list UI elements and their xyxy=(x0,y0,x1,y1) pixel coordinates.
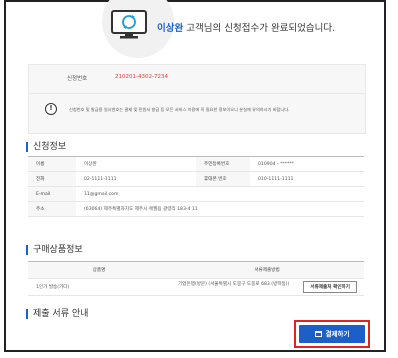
notice-text: 신청번호 및 발급용 일시번호는 결제 및 민원서 발급 등 모든 서비스 이용… xyxy=(69,107,290,112)
rrn-value: 010904 - ****** xyxy=(250,156,364,172)
name-label: 이름 xyxy=(28,156,76,172)
name-value: 이상완 xyxy=(76,156,196,172)
table-row: 주소 (63064) 제주특별자치도 제주시 애월읍 광령리 183-4 11 xyxy=(28,201,364,217)
application-number-value: 210201-4302-7234 xyxy=(115,74,168,80)
pay-button[interactable]: 결제하기 xyxy=(299,325,365,343)
application-number-row: 신청번호 210201-4302-7234 xyxy=(29,65,365,94)
email-label: E-mail xyxy=(28,186,76,202)
goods-section-title: 구매상품정보 xyxy=(26,245,83,255)
monitor-refresh-icon xyxy=(111,10,147,39)
check-submission-place-button[interactable]: 서류제출처 확인하기 xyxy=(303,281,357,293)
pay-button-highlight: 결제하기 xyxy=(294,320,370,348)
applicant-section-title: 신청정보 xyxy=(26,142,66,152)
email-value: 11@gmail.com xyxy=(76,186,364,202)
order-complete-panel: 이상완 고객님의 신청접수가 완료되었습니다. 신청번호 210201-4302… xyxy=(4,0,386,352)
table-row: 1인가 발송(가다) 기업은행(방문) (서울특별시 도봉구 도봉로 683 (… xyxy=(28,278,364,296)
submission-method-text: 기업은행(방문) (서울특별시 도봉구 도봉로 683 (방학동)) xyxy=(178,282,290,287)
application-number-box: 신청번호 210201-4302-7234 ! 신청번호 및 발급용 일시번호는… xyxy=(28,64,366,134)
application-number-label: 신청번호 xyxy=(67,76,88,82)
completion-message: 이상완 고객님의 신청접수가 완료되었습니다. xyxy=(157,20,335,34)
header: 이상완 고객님의 신청접수가 완료되었습니다. xyxy=(6,0,384,58)
docs-section-title: 제출 서류 안내 xyxy=(26,309,88,319)
card-icon xyxy=(314,331,322,337)
col-product-name: 상품명 xyxy=(28,261,170,279)
col-submission-method: 서류제출방법 xyxy=(170,261,364,279)
address-label: 주소 xyxy=(28,201,76,217)
table-row: E-mail 11@gmail.com xyxy=(28,186,364,202)
table-row: 이름 이상완 주민등록번호 010904 - ****** xyxy=(28,156,364,172)
table-header-row: 상품명 서류제출방법 xyxy=(28,261,364,279)
address-value: (63064) 제주특별자치도 제주시 애월읍 광령리 183-4 11 xyxy=(76,201,364,217)
phone-label: 전화 xyxy=(28,171,76,187)
exclamation-icon: ! xyxy=(45,103,57,115)
rrn-label: 주민등록번호 xyxy=(196,156,250,172)
mobile-label: 휴대폰 번호 xyxy=(196,171,250,187)
customer-name: 이상완 xyxy=(157,23,184,34)
goods-table: 상품명 서류제출방법 1인가 발송(가다) 기업은행(방문) (서울특별시 도봉… xyxy=(28,261,364,296)
completion-text: 고객님의 신청접수가 완료되었습니다. xyxy=(183,23,336,34)
product-name-cell: 1인가 발송(가다) xyxy=(28,278,170,296)
table-row: 전화 02-1111-1111 휴대폰 번호 010-1111-1111 xyxy=(28,171,364,187)
mobile-value: 010-1111-1111 xyxy=(250,171,364,187)
phone-value: 02-1111-1111 xyxy=(76,171,196,187)
submission-method-cell: 기업은행(방문) (서울특별시 도봉구 도봉로 683 (방학동)) 서류제출처… xyxy=(170,278,364,296)
pay-button-label: 결제하기 xyxy=(325,330,350,338)
applicant-info-table: 이름 이상완 주민등록번호 010904 - ****** 전화 02-1111… xyxy=(28,156,364,217)
